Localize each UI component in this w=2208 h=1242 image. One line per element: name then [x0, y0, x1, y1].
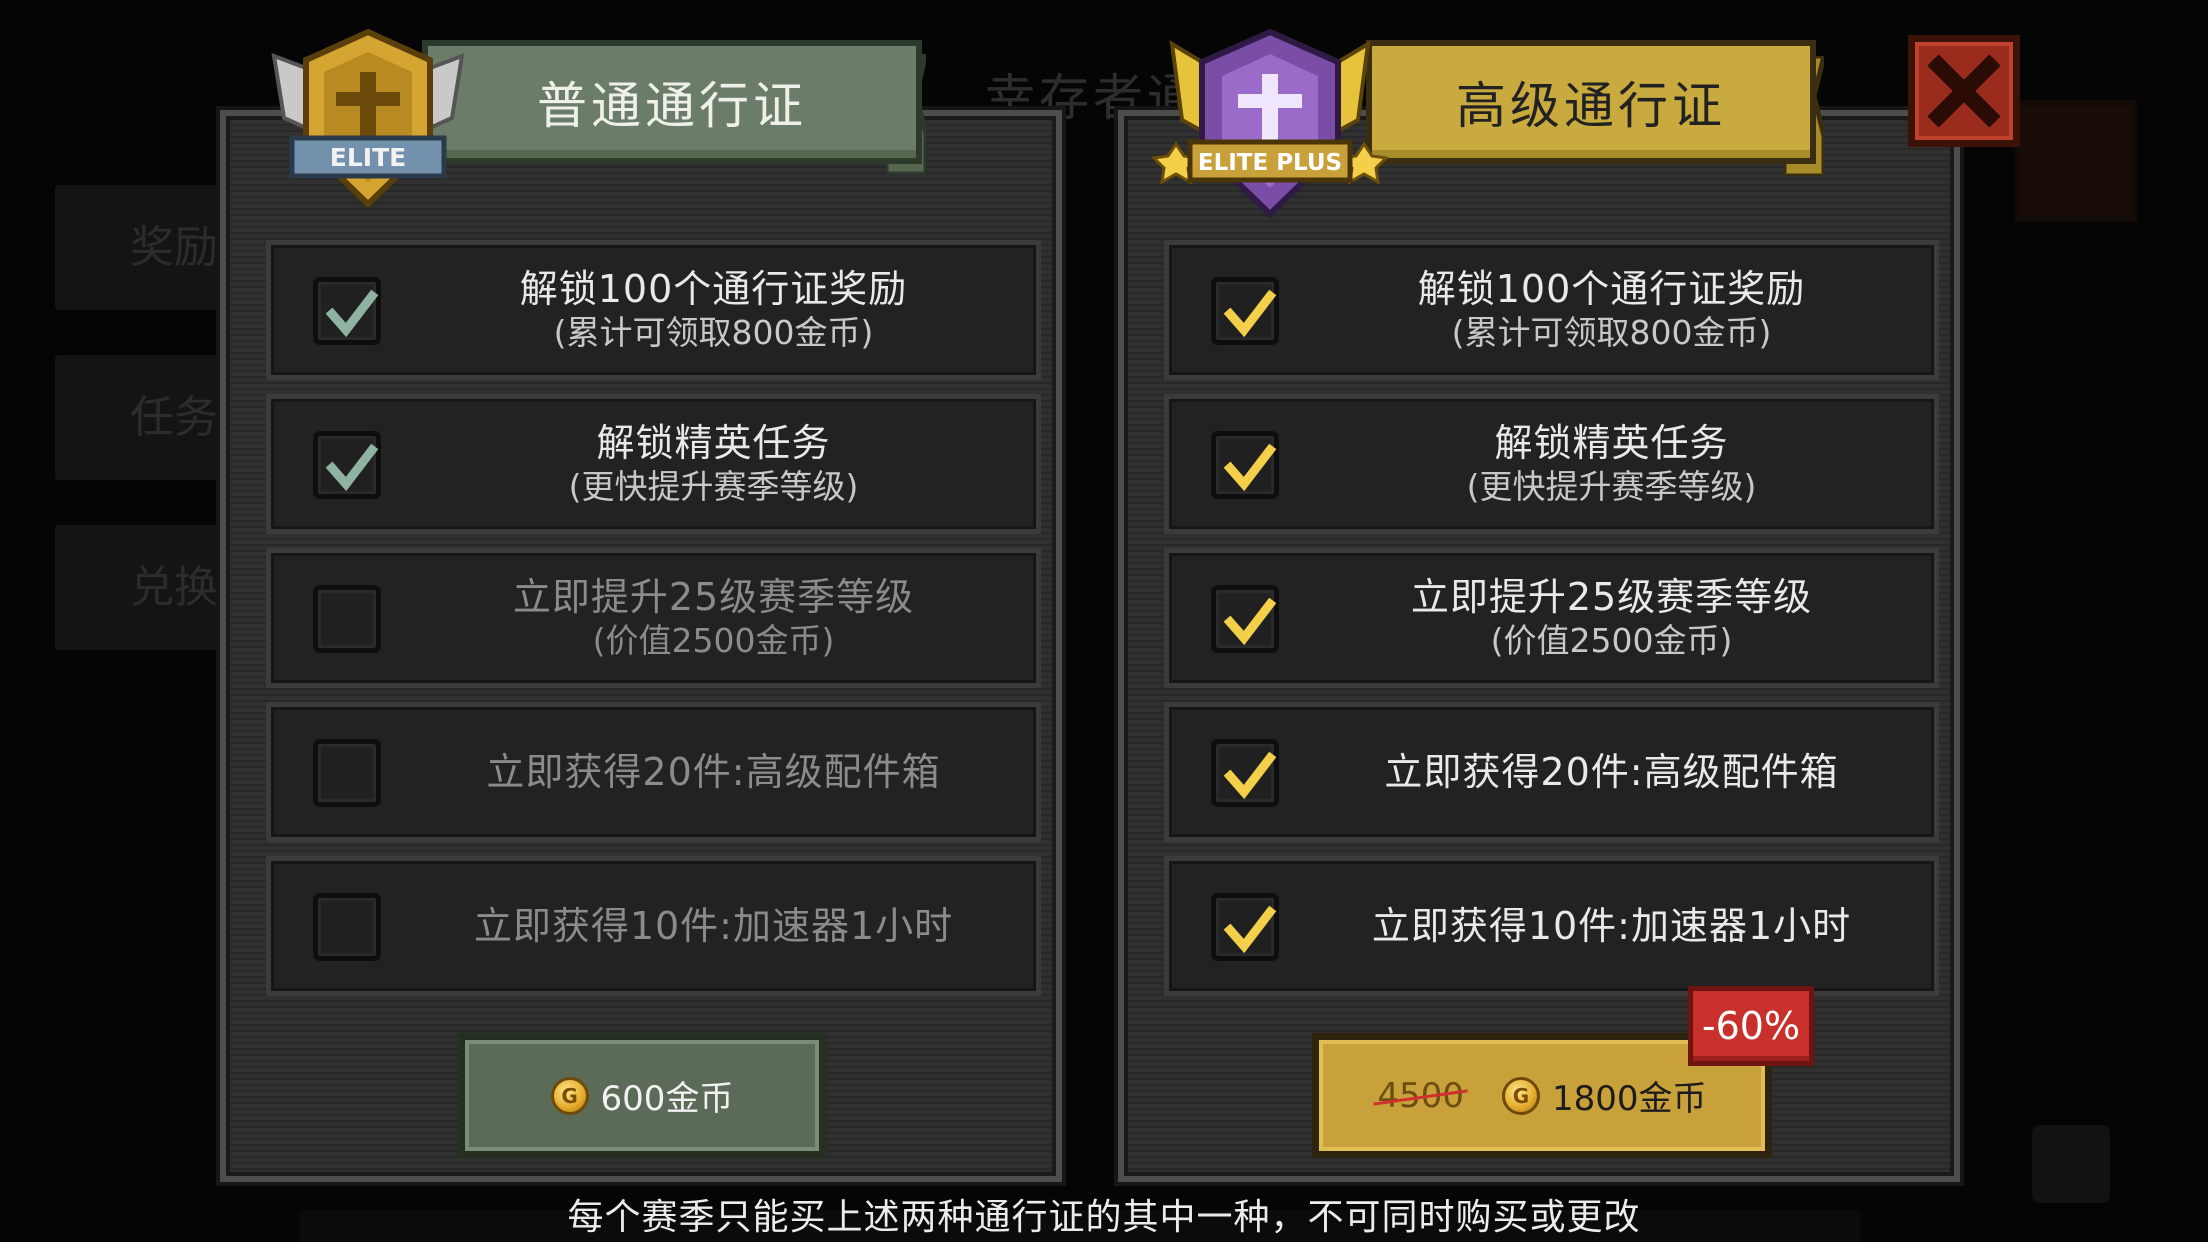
bg-tab-rewards: 奖励	[55, 185, 245, 310]
premium-pass-price: 1800金币	[1552, 1079, 1707, 1119]
checkbox-checked	[313, 431, 381, 499]
row-subtitle: (更快提升赛季等级)	[568, 467, 859, 506]
row-subtitle: (累计可领取800金币)	[1451, 313, 1772, 352]
premium-row-1: 解锁100个通行证奖励 (累计可领取800金币)	[1164, 240, 1939, 380]
row-title: 解锁100个通行证奖励	[1417, 267, 1806, 311]
buy-normal-pass-button[interactable]: 600金币	[458, 1033, 826, 1158]
checkbox-checked	[1211, 431, 1279, 499]
row-subtitle: (价值2500金币)	[592, 621, 835, 660]
elite-shield-badge-icon: ELITE	[271, 28, 465, 209]
check-icon	[1223, 597, 1277, 646]
normal-pass-title: 普通通行证	[422, 40, 922, 164]
row-title: 立即提升25级赛季等级	[512, 575, 915, 619]
bg-close-icon	[2015, 100, 2137, 222]
bg-tab-exchange: 兑换	[55, 525, 245, 650]
bg-tab-tasks: 任务	[55, 355, 245, 480]
normal-pass-price: 600金币	[600, 1079, 734, 1119]
normal-row-1: 解锁100个通行证奖励 (累计可领取800金币)	[266, 240, 1041, 380]
original-price: 4500	[1377, 1075, 1464, 1116]
premium-row-5: 立即获得10件:加速器1小时	[1164, 856, 1939, 996]
check-icon	[1223, 751, 1277, 800]
row-subtitle: (更快提升赛季等级)	[1466, 467, 1757, 506]
row-title: 立即获得10件:加速器1小时	[1371, 904, 1852, 948]
row-subtitle: (累计可领取800金币)	[553, 313, 874, 352]
premium-row-3: 立即提升25级赛季等级 (价值2500金币)	[1164, 548, 1939, 688]
checkbox-checked	[1211, 893, 1279, 961]
row-title: 立即提升25级赛季等级	[1410, 575, 1813, 619]
checkbox-checked	[313, 277, 381, 345]
normal-row-4: 立即获得20件:高级配件箱	[266, 702, 1041, 842]
check-icon	[325, 289, 379, 338]
check-icon	[1223, 289, 1277, 338]
row-title: 立即获得20件:高级配件箱	[1384, 750, 1839, 794]
row-title: 解锁精英任务	[1494, 421, 1729, 465]
row-subtitle: (价值2500金币)	[1490, 621, 1733, 660]
checkbox-checked	[1211, 739, 1279, 807]
check-icon	[1223, 443, 1277, 492]
checkbox-checked	[1211, 277, 1279, 345]
row-title: 立即获得20件:高级配件箱	[486, 750, 941, 794]
normal-row-3: 立即提升25级赛季等级 (价值2500金币)	[266, 548, 1041, 688]
normal-row-5: 立即获得10件:加速器1小时	[266, 856, 1041, 996]
normal-row-2: 解锁精英任务 (更快提升赛季等级)	[266, 394, 1041, 534]
checkbox-empty	[313, 893, 381, 961]
close-button[interactable]	[1908, 35, 2020, 147]
check-icon	[1223, 905, 1277, 954]
row-title: 解锁100个通行证奖励	[519, 267, 908, 311]
premium-row-2: 解锁精英任务 (更快提升赛季等级)	[1164, 394, 1939, 534]
row-title: 立即获得10件:加速器1小时	[473, 904, 954, 948]
footer-note: 每个赛季只能买上述两种通行证的其中一种，不可同时购买或更改	[567, 1197, 1641, 1238]
checkbox-checked	[1211, 585, 1279, 653]
row-title: 解锁精英任务	[596, 421, 831, 465]
premium-pass-panel: 解锁100个通行证奖励 (累计可领取800金币) 解锁精英任务 (更快提升赛季等…	[1118, 110, 1960, 1182]
elite-plus-shield-badge-icon: ELITE PLUS	[1152, 28, 1388, 219]
close-icon	[1927, 54, 2001, 128]
premium-row-4: 立即获得20件:高级配件箱	[1164, 702, 1939, 842]
badge-text: ELITE PLUS	[1198, 150, 1342, 176]
check-icon	[325, 443, 379, 492]
checkbox-empty	[313, 739, 381, 807]
discount-badge: -60%	[1688, 986, 1814, 1066]
gold-coin-icon	[1502, 1076, 1540, 1115]
checkbox-empty	[313, 585, 381, 653]
normal-pass-panel: 解锁100个通行证奖励 (累计可领取800金币) 解锁精英任务 (更快提升赛季等…	[220, 110, 1062, 1182]
badge-text: ELITE	[330, 143, 406, 172]
premium-pass-title: 高级通行证	[1366, 40, 1816, 164]
gold-coin-icon	[550, 1076, 589, 1115]
